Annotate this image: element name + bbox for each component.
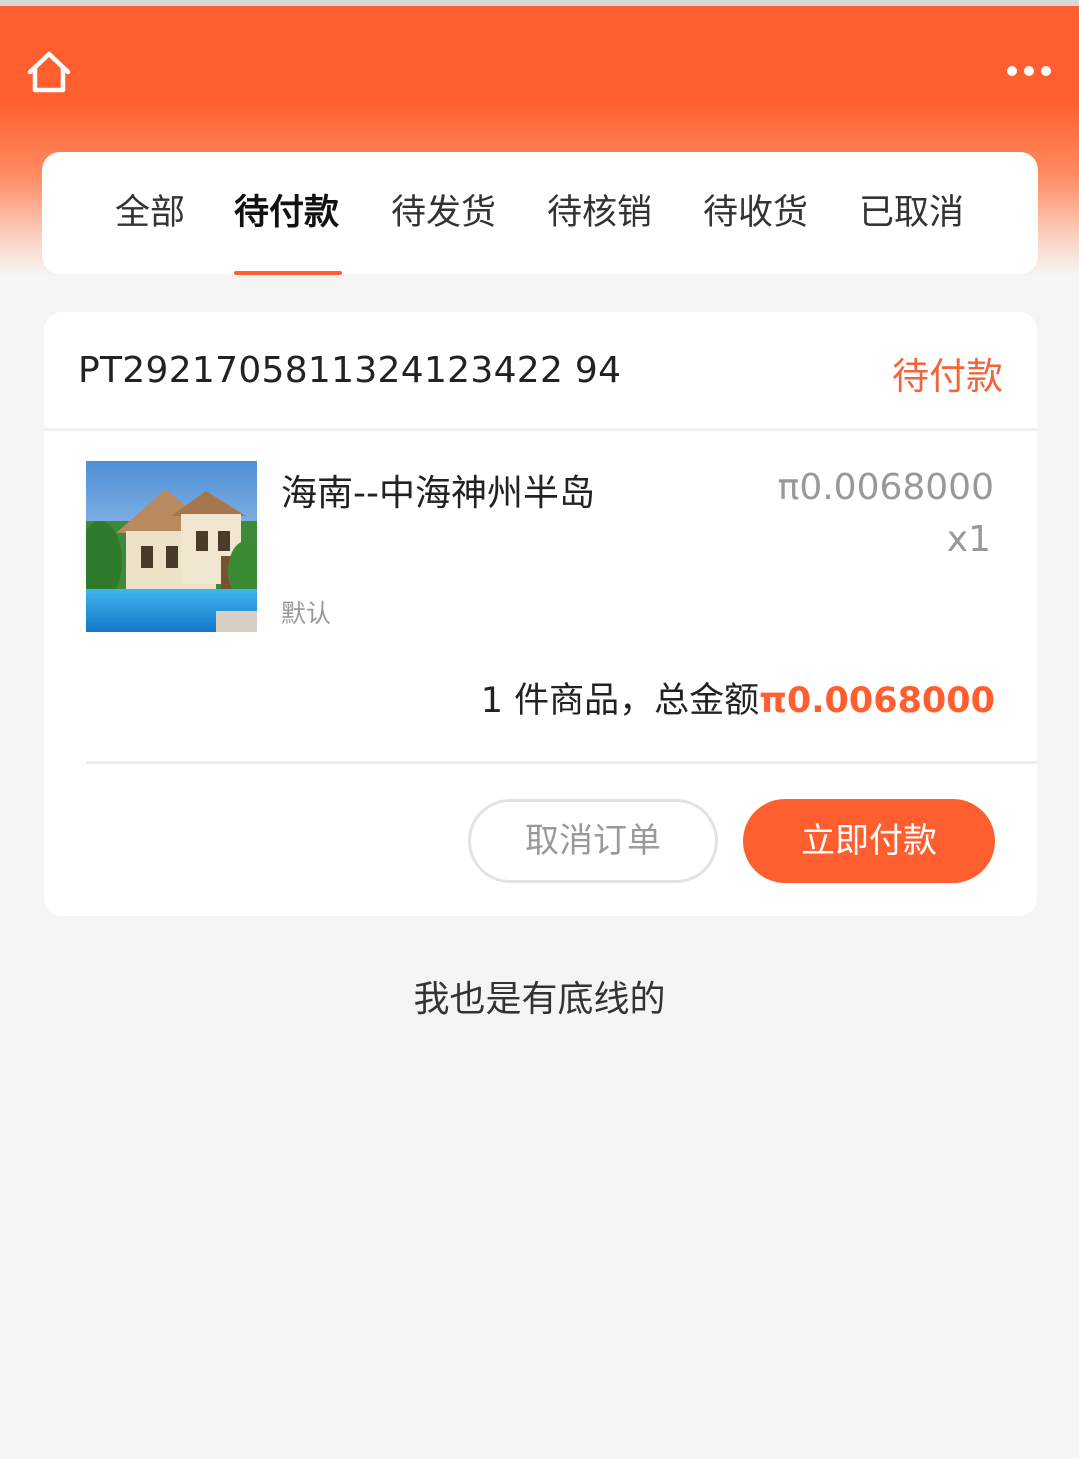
tab-pending-shipment[interactable]: 待发货 — [391, 190, 496, 236]
divider — [86, 761, 1037, 764]
summary-text: 1 件商品，总金额 — [480, 681, 760, 721]
more-dots-icon — [1041, 66, 1051, 76]
tab-cancelled[interactable]: 已取消 — [859, 190, 964, 236]
more-dots-icon — [1024, 66, 1034, 76]
product-price: π0.0068000 — [777, 467, 994, 508]
order-summary: 1 件商品，总金额π0.0068000 — [481, 672, 995, 723]
pay-now-button[interactable]: 立即付款 — [743, 799, 995, 883]
tab-all[interactable]: 全部 — [115, 190, 185, 236]
tab-pending-receipt[interactable]: 待收货 — [703, 190, 808, 236]
end-of-list-note: 我也是有底线的 — [413, 979, 666, 1020]
more-dots-icon — [1007, 66, 1017, 76]
order-tabs: 全部 待付款 待发货 待核销 待收货 已取消 — [42, 152, 1038, 275]
active-tab-indicator — [234, 271, 342, 275]
product-spec: 默认 — [281, 599, 332, 628]
more-button[interactable] — [1000, 56, 1060, 86]
total-amount: π0.0068000 — [759, 681, 995, 721]
tab-pending-payment[interactable]: 待付款 — [234, 190, 339, 236]
home-icon — [27, 51, 71, 93]
tab-pending-verification[interactable]: 待核销 — [547, 190, 652, 236]
product-quantity: x1 — [946, 519, 991, 560]
order-card: PT2921705811324123422 94 待付款 海南--中海神州半岛 … — [44, 312, 1037, 916]
product-name[interactable]: 海南--中海神州半岛 — [281, 464, 595, 516]
cancel-order-button[interactable]: 取消订单 — [468, 799, 718, 883]
order-number: PT2921705811324123422 94 — [78, 350, 622, 391]
divider — [44, 428, 1037, 431]
home-button[interactable] — [24, 48, 74, 98]
order-status: 待付款 — [892, 355, 1003, 398]
product-image[interactable] — [86, 461, 257, 632]
